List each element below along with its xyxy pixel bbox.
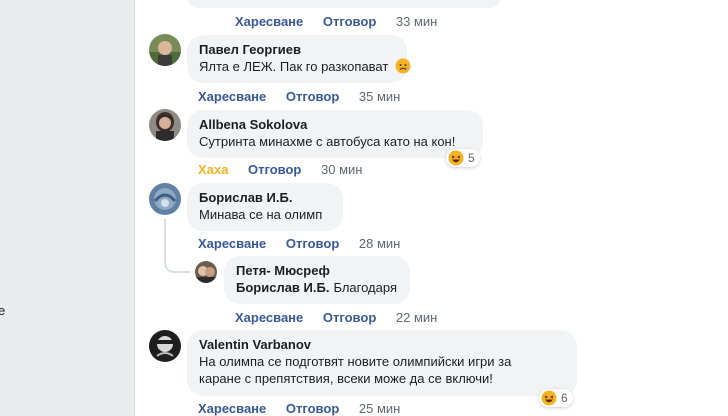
comment-bubble: Борислав И.Б. Минава се на олимп [187, 183, 343, 231]
comment-text-content: Ялта е ЛЕЖ. Пак го разкопават [199, 59, 389, 74]
comment-time[interactable]: 22 мин [396, 310, 437, 325]
comment-actions: Харесване Отговор 22 мин [235, 310, 437, 325]
comment-text-line-2: каране с препятствия, всеки може да се в… [199, 371, 493, 386]
edge-text-fragment: е [0, 303, 6, 318]
comment-text: Минава се на олимп [199, 207, 323, 222]
comment-time[interactable]: 35 мин [359, 89, 400, 104]
comment-author[interactable]: Павел Георгиев [199, 41, 395, 58]
avatar[interactable] [149, 109, 181, 141]
comment-text-content: Благодаря [333, 280, 397, 295]
comment-bubble: Allbena Sokolova Сутринта минахме с авто… [187, 110, 483, 158]
reply-button[interactable]: Отговор [248, 162, 301, 177]
reply-thread-line [164, 219, 190, 273]
sad-emoji-icon [395, 58, 411, 74]
page-background-left [0, 0, 134, 416]
haha-icon [448, 150, 464, 166]
like-button[interactable]: Харесване [198, 401, 266, 416]
comment-author[interactable]: Valentin Varbanov [199, 336, 565, 353]
comment-author[interactable]: Allbena Sokolova [199, 116, 471, 133]
comment-time[interactable]: 25 мин [359, 401, 400, 416]
reaction-count: 5 [468, 151, 475, 165]
comment-text: Сутринта минахме с автобуса като на кон! [199, 134, 456, 149]
comment-bubble: Павел Георгиев Ялта е ЛЕЖ. Пак го разкоп… [187, 35, 411, 83]
comment-time[interactable]: 33 мин [396, 14, 437, 29]
haha-icon [541, 390, 557, 406]
reply-button[interactable]: Отговор [286, 401, 339, 416]
comments-panel: Харесване Отговор 33 мин Павел Георгиев … [134, 0, 728, 416]
comment-actions-top: Харесване Отговор 33 мин [235, 14, 437, 29]
comment-actions: Харесване Отговор 25 мин [198, 401, 400, 416]
reply-button[interactable]: Отговор [286, 89, 339, 104]
like-button[interactable]: Харесване [235, 310, 303, 325]
avatar[interactable] [149, 183, 181, 215]
like-button[interactable]: Харесване [198, 89, 266, 104]
comment-time[interactable]: 30 мин [321, 162, 362, 177]
avatar[interactable] [195, 261, 217, 283]
comment-actions: Харесване Отговор 28 мин [198, 236, 400, 251]
comment-bubble-partial [187, 0, 501, 8]
reaction-count-pill[interactable]: 5 [446, 149, 480, 167]
mentioned-user-tag[interactable]: Борислав И.Б. [236, 280, 329, 295]
comment-actions: Харесване Отговор 35 мин [198, 89, 400, 104]
comment-text: Борислав И.Б. Благодаря [236, 279, 398, 296]
reply-bubble: Петя- Мюсреф Борислав И.Б. Благодаря [224, 256, 410, 304]
comment-author[interactable]: Борислав И.Б. [199, 189, 331, 206]
reply-button[interactable]: Отговор [286, 236, 339, 251]
like-button[interactable]: Харесване [198, 236, 266, 251]
reply-button[interactable]: Отговор [323, 310, 376, 325]
comment-text-line-1: На олимпа се подготвят новите олимпийски… [199, 354, 512, 369]
comment-text: Ялта е ЛЕЖ. Пак го разкопават [199, 58, 411, 75]
comment-bubble: Valentin Varbanov На олимпа се подготвят… [187, 330, 577, 396]
reaction-count-pill[interactable]: 6 [539, 389, 573, 407]
avatar[interactable] [149, 34, 181, 66]
reaction-count: 6 [561, 391, 568, 405]
comment-actions: Хаха Отговор 30 мин [198, 162, 362, 177]
comment-time[interactable]: 28 мин [359, 236, 400, 251]
avatar[interactable] [149, 330, 181, 362]
reply-button[interactable]: Отговор [323, 14, 376, 29]
comment-author[interactable]: Петя- Мюсреф [236, 262, 398, 279]
haha-reaction-button[interactable]: Хаха [198, 162, 228, 177]
like-button[interactable]: Харесване [235, 14, 303, 29]
